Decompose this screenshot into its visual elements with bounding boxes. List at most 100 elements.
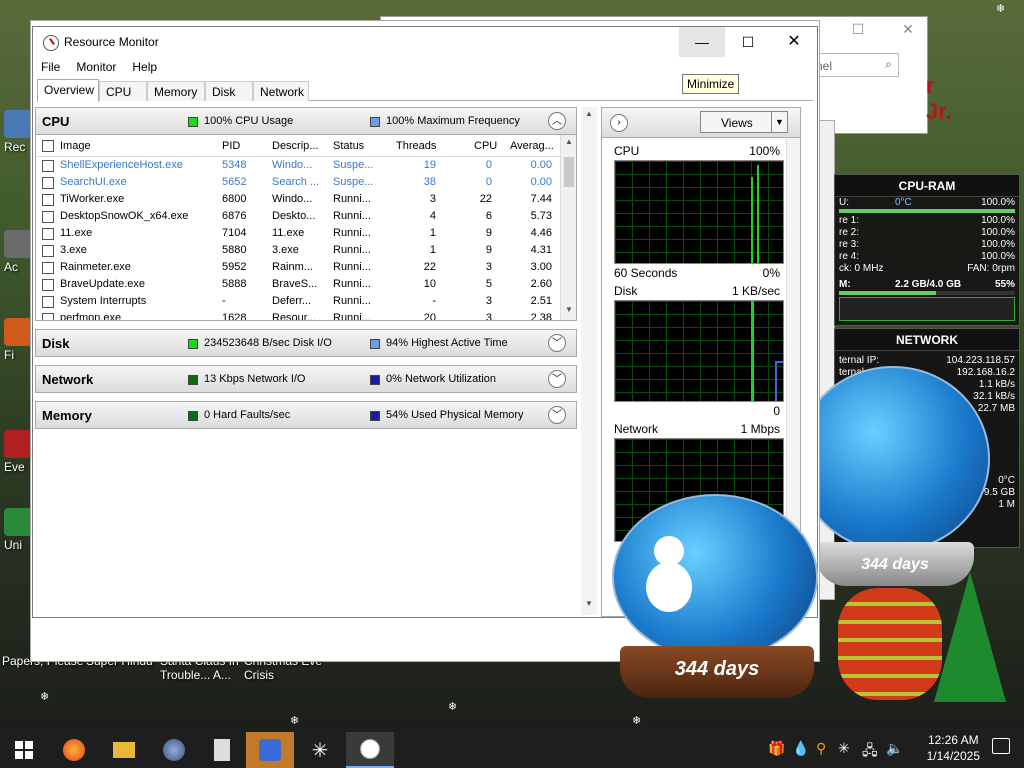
widget-row: re 1: 100.0%: [839, 215, 1015, 226]
table-row[interactable]: DesktopSnowOK_x64.exe 6876 Deskto... Runni.…: [36, 208, 562, 225]
column-image[interactable]: Image: [60, 140, 91, 152]
firefox-taskbar-button[interactable]: [50, 732, 98, 768]
expand-chevron-icon[interactable]: ﹀: [548, 370, 566, 388]
table-row[interactable]: ShellExperienceHost.exe 5348 Windo... Suspe…: [36, 157, 562, 174]
cell-cpu: 6: [485, 210, 492, 222]
resource-monitor-taskbar-button[interactable]: [346, 732, 394, 768]
bg-search-field[interactable]: nel ⌕: [811, 53, 899, 77]
close-icon: ✕: [787, 33, 801, 50]
left-pane-scrollbar[interactable]: ▲ ▼: [581, 107, 597, 615]
tray-drop-icon[interactable]: 💧: [792, 740, 809, 757]
used-memory-swatch: [370, 411, 380, 421]
notepad-taskbar-button[interactable]: [198, 732, 246, 768]
close-button[interactable]: ✕: [771, 27, 817, 57]
table-row[interactable]: TiWorker.exe 6800 Windo... Runni... 3 22 7.44: [36, 191, 562, 208]
bg-maximize-icon[interactable]: ☐: [843, 21, 873, 43]
expand-chevron-icon[interactable]: ﹀: [548, 406, 566, 424]
table-row[interactable]: 3.exe 5880 3.exe Runni... 1 9 4.31: [36, 242, 562, 259]
row-checkbox[interactable]: [42, 262, 54, 274]
column-cpu[interactable]: CPU: [474, 140, 497, 152]
disk-section-header[interactable]: Disk 234523648 B/sec Disk I/O 94% Highes…: [35, 329, 577, 357]
tray-gift-icon[interactable]: 🎁: [768, 740, 785, 757]
action-center-icon[interactable]: [992, 738, 1010, 754]
tray-volume-icon[interactable]: 🔈: [886, 740, 903, 757]
menu-help[interactable]: Help: [124, 57, 165, 74]
taskbar-clock[interactable]: 12:26 AM 1/14/2025: [927, 732, 980, 764]
snowflake-icon: ❄: [290, 715, 300, 727]
cpu-section-header[interactable]: CPU 100% CPU Usage 100% Maximum Frequenc…: [35, 107, 577, 135]
snowglobe-right: [796, 366, 990, 552]
minimize-button[interactable]: —: [679, 27, 725, 57]
expand-chevron-icon[interactable]: ﹀: [548, 334, 566, 352]
cell-status: Runni...: [333, 193, 371, 205]
menu-monitor[interactable]: Monitor: [68, 57, 124, 74]
scroll-down-icon[interactable]: ▼: [561, 305, 576, 319]
scroll-up-icon[interactable]: ▲: [561, 137, 576, 151]
tab-network[interactable]: Network: [253, 81, 309, 101]
menu-file[interactable]: File: [33, 57, 68, 74]
memory-section-header[interactable]: Memory 0 Hard Faults/sec 54% Used Physic…: [35, 401, 577, 429]
cell-average: 2.51: [530, 295, 552, 307]
row-checkbox[interactable]: [42, 228, 54, 240]
section-title: Memory: [42, 408, 92, 423]
tray-search-icon[interactable]: ⚲: [816, 740, 826, 757]
cell-average: 2.60: [530, 278, 552, 290]
table-scrollbar[interactable]: ▲ ▼: [560, 135, 576, 320]
row-checkbox[interactable]: [42, 296, 54, 308]
row-checkbox[interactable]: [42, 211, 54, 223]
column-status[interactable]: Status: [333, 140, 364, 152]
maximize-button[interactable]: ☐: [725, 27, 771, 57]
row-checkbox[interactable]: [42, 194, 54, 206]
column-average[interactable]: Averag...: [510, 140, 554, 152]
cell-cpu: 3: [485, 295, 492, 307]
tray-snowflake-icon[interactable]: ✳: [838, 740, 850, 757]
cell-average: 0.00: [530, 176, 552, 188]
column-threads[interactable]: Threads: [396, 140, 436, 152]
scroll-down-icon[interactable]: ▼: [581, 599, 597, 613]
disk-io-stat: 234523648 B/sec Disk I/O: [204, 337, 332, 349]
bg-close-icon[interactable]: ✕: [893, 21, 923, 43]
cell-pid: 5888: [222, 278, 247, 290]
table-row[interactable]: Rainmeter.exe 5952 Rainm... Runni... 22 3 3.00: [36, 259, 562, 276]
table-row[interactable]: System Interrupts - Deferr... Runni... - 3 2.5…: [36, 293, 562, 310]
cell-threads: 4: [429, 210, 436, 222]
cell-image: 3.exe: [60, 244, 87, 256]
table-header: Image PID Descrip... Status Threads CPU …: [36, 135, 562, 157]
select-all-checkbox[interactable]: [42, 140, 54, 152]
cpu-usage-stat: 100% CPU Usage: [204, 115, 294, 127]
widget-row: ck: 0 MHz FAN: 0rpm: [839, 263, 1015, 274]
table-row[interactable]: BraveUpdate.exe 5888 BraveS... Runni... 10 5 2…: [36, 276, 562, 293]
column-description[interactable]: Descrip...: [272, 140, 318, 152]
column-pid[interactable]: PID: [222, 140, 240, 152]
disk-active-swatch: [370, 339, 380, 349]
row-checkbox[interactable]: [42, 160, 54, 172]
file-explorer-button[interactable]: [100, 732, 148, 768]
table-row[interactable]: perfmon.exe 1628 Resour... Runni... 20 3 2.38: [36, 310, 562, 320]
snow-app-taskbar-button[interactable]: [246, 732, 294, 768]
start-button[interactable]: [0, 732, 48, 768]
scroll-thumb[interactable]: [564, 157, 574, 187]
row-checkbox[interactable]: [42, 279, 54, 291]
network-section-header[interactable]: Network 13 Kbps Network I/O 0% Network U…: [35, 365, 577, 393]
collapse-chevron-icon[interactable]: ︿: [548, 112, 566, 130]
windows-icon: [15, 741, 33, 759]
scroll-up-icon[interactable]: ▲: [581, 109, 597, 123]
tab-disk[interactable]: Disk: [205, 81, 253, 101]
snowflake-taskbar-button[interactable]: ✳: [296, 732, 344, 768]
tab-cpu[interactable]: CPU: [99, 81, 147, 101]
views-dropdown[interactable]: Views ▼: [700, 111, 788, 133]
collapse-pane-icon[interactable]: ›: [610, 114, 628, 132]
row-checkbox[interactable]: [42, 313, 54, 320]
tray-network-icon[interactable]: 🖧: [862, 740, 878, 764]
disk-io-swatch: [188, 339, 198, 349]
table-row[interactable]: SearchUI.exe 5652 Search ... Suspe... 38 0 0.0…: [36, 174, 562, 191]
tab-memory[interactable]: Memory: [147, 81, 205, 101]
row-checkbox[interactable]: [42, 245, 54, 257]
title-bar[interactable]: Resource Monitor — ☐ ✕: [33, 27, 817, 57]
tab-overview[interactable]: Overview: [37, 79, 99, 102]
disk-graph-title: Disk: [614, 284, 638, 298]
row-checkbox[interactable]: [42, 177, 54, 189]
table-row[interactable]: 11.exe 7104 11.exe Runni... 1 9 4.46: [36, 225, 562, 242]
app-icon: [4, 430, 32, 458]
browser-taskbar-button[interactable]: [150, 732, 198, 768]
